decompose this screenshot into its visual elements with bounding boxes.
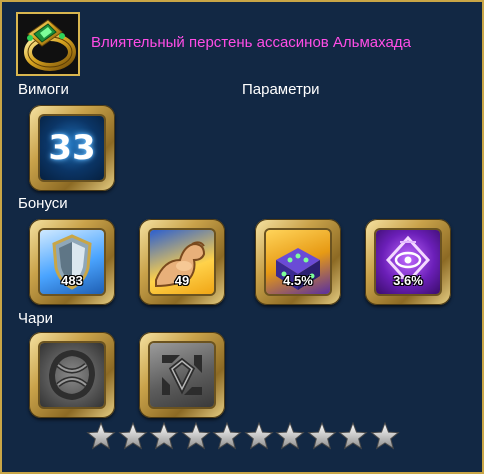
rating-star-icon: [212, 422, 242, 450]
rating-star-icon: [275, 422, 305, 450]
bonus-slot-shield[interactable]: 483: [29, 219, 115, 305]
requirements-label: Вимоги: [18, 81, 69, 98]
bonus-slot-eye-rune[interactable]: 3.6%: [365, 219, 451, 305]
charms-label: Чари: [18, 310, 54, 327]
bonus-value: 4.5%: [283, 273, 313, 288]
stone-rune-charm-icon: [162, 355, 202, 395]
charm-slot-1[interactable]: [29, 332, 115, 418]
bonus-slot-strength[interactable]: 49: [139, 219, 225, 305]
item-title: Влиятельный перстень ассасинов Альмахада: [91, 34, 411, 51]
bonus-slot-dice[interactable]: 4.5%: [255, 219, 341, 305]
rating-stars: [86, 422, 406, 452]
rating-star-icon: [306, 422, 337, 450]
item-tooltip-panel: Влиятельный перстень ассасинов Альмахада…: [0, 0, 484, 474]
level-requirement-slot[interactable]: 33: [29, 105, 115, 191]
bonus-value: 49: [174, 273, 190, 288]
rating-star-icon: [149, 422, 179, 450]
parameters-label: Параметри: [242, 81, 320, 98]
rating-star-icon: [369, 422, 400, 450]
charm-slot-2[interactable]: [139, 332, 225, 418]
required-level-value: 33: [48, 128, 96, 168]
bonus-value: 483: [61, 273, 83, 288]
bonus-value: 3.6%: [393, 273, 423, 288]
rating-star-icon: [180, 422, 211, 450]
bonuses-label: Бонуси: [18, 195, 68, 212]
stone-knot-charm-icon: [48, 349, 96, 401]
gold-ring-with-green-gems-icon: [16, 12, 80, 76]
rating-star-icon: [86, 422, 116, 450]
rating-star-icon: [243, 422, 274, 450]
rating-star-icon: [338, 422, 368, 450]
rating-star-icon: [117, 422, 148, 450]
